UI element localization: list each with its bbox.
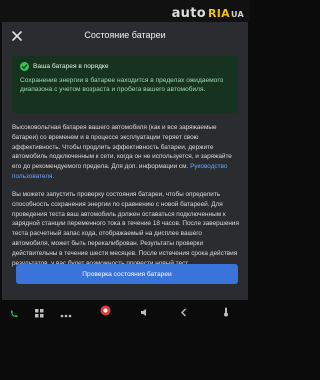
- dots-icon[interactable]: [60, 306, 72, 324]
- dialog-title: Состояние батареи: [84, 30, 166, 40]
- check-icon: [20, 62, 29, 71]
- chevron-left-icon[interactable]: [180, 304, 187, 322]
- watermark-auto: auto: [171, 6, 206, 21]
- auto-ria-watermark: auto RIAUA: [172, 6, 244, 21]
- status-title: Ваша батарея в порядке: [33, 63, 109, 70]
- battery-test-paragraph: Вы можете запустить проверку состояния б…: [12, 191, 239, 267]
- battery-health-dialog: Состояние батареи Ваша батарея в порядке…: [2, 22, 248, 300]
- record-icon[interactable]: [100, 303, 111, 321]
- battery-info-paragraph: Высоковольтная батарея вашего автомобиля…: [12, 123, 240, 182]
- audio-icon[interactable]: [140, 304, 150, 322]
- status-text: Сохранение энергии в батарее находится в…: [20, 77, 224, 93]
- watermark-ua: UA: [230, 10, 244, 19]
- watermark-ria: RIA: [207, 7, 230, 20]
- apps-grid-icon[interactable]: [35, 305, 44, 323]
- battery-check-button[interactable]: Проверка состояния батареи: [16, 264, 238, 284]
- phone-icon[interactable]: [10, 305, 19, 323]
- taskbar: [0, 300, 250, 380]
- status-card: Ваша батарея в порядке Сохранение энерги…: [12, 56, 238, 113]
- temperature-icon[interactable]: [222, 304, 230, 322]
